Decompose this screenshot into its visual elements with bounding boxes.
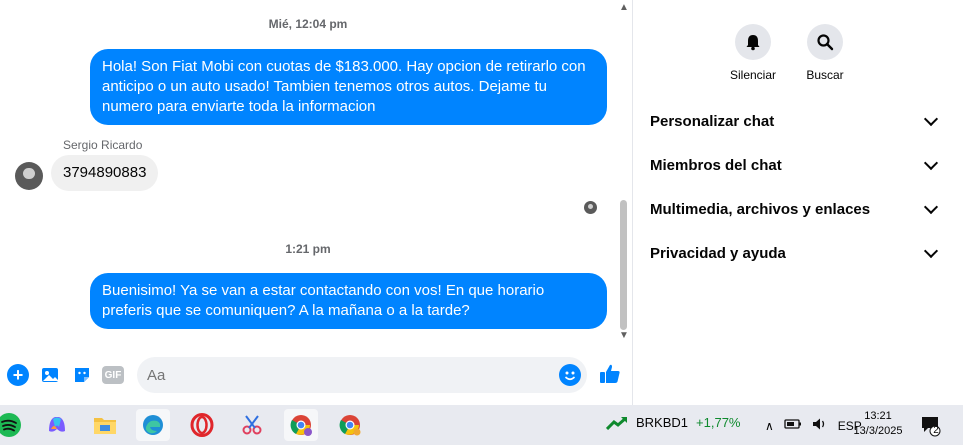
thumbs-up-icon[interactable] bbox=[598, 362, 622, 391]
clock-date: 13/3/2025 bbox=[853, 425, 903, 437]
bell-icon bbox=[735, 24, 771, 60]
scroll-down-icon[interactable]: ▼ bbox=[619, 330, 629, 341]
chevron-up-icon[interactable]: ∧ bbox=[765, 419, 774, 433]
scroll-up-icon[interactable]: ▲ bbox=[619, 2, 629, 13]
section-customize-chat[interactable]: Personalizar chat bbox=[650, 106, 940, 136]
copilot-icon[interactable] bbox=[40, 409, 74, 441]
chrome-icon[interactable] bbox=[333, 409, 367, 441]
system-tray: ∧ ESP bbox=[765, 417, 862, 434]
chevron-down-icon bbox=[923, 243, 939, 258]
chat-scrollbar[interactable]: ▲ ▼ bbox=[616, 0, 632, 345]
opera-icon[interactable] bbox=[185, 409, 219, 441]
clock[interactable]: 13:21 13/3/2025 bbox=[850, 409, 906, 439]
search-icon bbox=[807, 24, 843, 60]
chevron-down-icon bbox=[923, 155, 939, 170]
message-input[interactable] bbox=[137, 357, 587, 393]
notification-center-button[interactable]: 2 bbox=[920, 415, 942, 442]
snipping-tool-icon[interactable] bbox=[235, 409, 269, 441]
battery-icon[interactable] bbox=[784, 418, 802, 433]
search-label: Buscar bbox=[806, 68, 844, 82]
trend-up-icon bbox=[606, 416, 627, 430]
section-label: Personalizar chat bbox=[650, 112, 775, 130]
section-chat-members[interactable]: Miembros del chat bbox=[650, 150, 940, 180]
notification-count: 2 bbox=[933, 425, 939, 436]
windows-taskbar: BRKBD1 +1,77% ∧ ESP 13:21 13/3/2025 2 bbox=[0, 405, 963, 445]
emoji-icon[interactable] bbox=[559, 364, 581, 386]
plus-icon[interactable]: + bbox=[7, 364, 29, 386]
volume-icon[interactable] bbox=[812, 417, 828, 434]
gif-icon[interactable]: GIF bbox=[102, 366, 124, 384]
message-composer: + GIF bbox=[0, 352, 632, 400]
timestamp: 1:21 pm bbox=[285, 242, 331, 256]
stock-ticker-widget[interactable]: BRKBD1 +1,77% bbox=[606, 415, 740, 430]
photo-icon[interactable] bbox=[39, 364, 61, 386]
ticker-symbol: BRKBD1 bbox=[636, 415, 689, 430]
chrome-profile-icon[interactable] bbox=[284, 409, 318, 441]
incoming-message[interactable]: 3794890883 bbox=[51, 155, 159, 191]
edge-icon[interactable] bbox=[136, 409, 170, 441]
mute-label: Silenciar bbox=[729, 68, 777, 82]
chevron-down-icon bbox=[923, 199, 939, 214]
sticker-icon[interactable] bbox=[71, 364, 93, 386]
section-media-files-links[interactable]: Multimedia, archivos y enlaces bbox=[650, 194, 940, 224]
clock-time: 13:21 bbox=[864, 410, 892, 422]
chat-area: Mié, 12:04 pm Hola! Son Fiat Mobi con cu… bbox=[0, 0, 632, 405]
read-receipt-avatar bbox=[584, 201, 597, 214]
avatar[interactable] bbox=[15, 162, 43, 190]
spotify-icon[interactable] bbox=[0, 409, 26, 441]
section-privacy-help[interactable]: Privacidad y ayuda bbox=[650, 238, 940, 268]
timestamp: Mié, 12:04 pm bbox=[268, 17, 348, 31]
mute-button[interactable]: Silenciar bbox=[723, 24, 783, 82]
search-button[interactable]: Buscar bbox=[795, 24, 855, 82]
scroll-thumb[interactable] bbox=[620, 200, 627, 330]
chat-info-panel: Silenciar Buscar Personalizar chat Miemb… bbox=[632, 0, 963, 405]
section-label: Miembros del chat bbox=[650, 156, 782, 174]
file-explorer-icon[interactable] bbox=[88, 409, 122, 441]
ticker-change: +1,77% bbox=[696, 415, 741, 430]
outgoing-message[interactable]: Buenisimo! Ya se van a estar contactando… bbox=[90, 273, 607, 329]
sender-name: Sergio Ricardo bbox=[63, 138, 143, 152]
outgoing-message[interactable]: Hola! Son Fiat Mobi con cuotas de $183.0… bbox=[90, 49, 607, 125]
section-label: Multimedia, archivos y enlaces bbox=[650, 200, 871, 218]
chevron-down-icon bbox=[923, 111, 939, 126]
section-label: Privacidad y ayuda bbox=[650, 244, 786, 262]
